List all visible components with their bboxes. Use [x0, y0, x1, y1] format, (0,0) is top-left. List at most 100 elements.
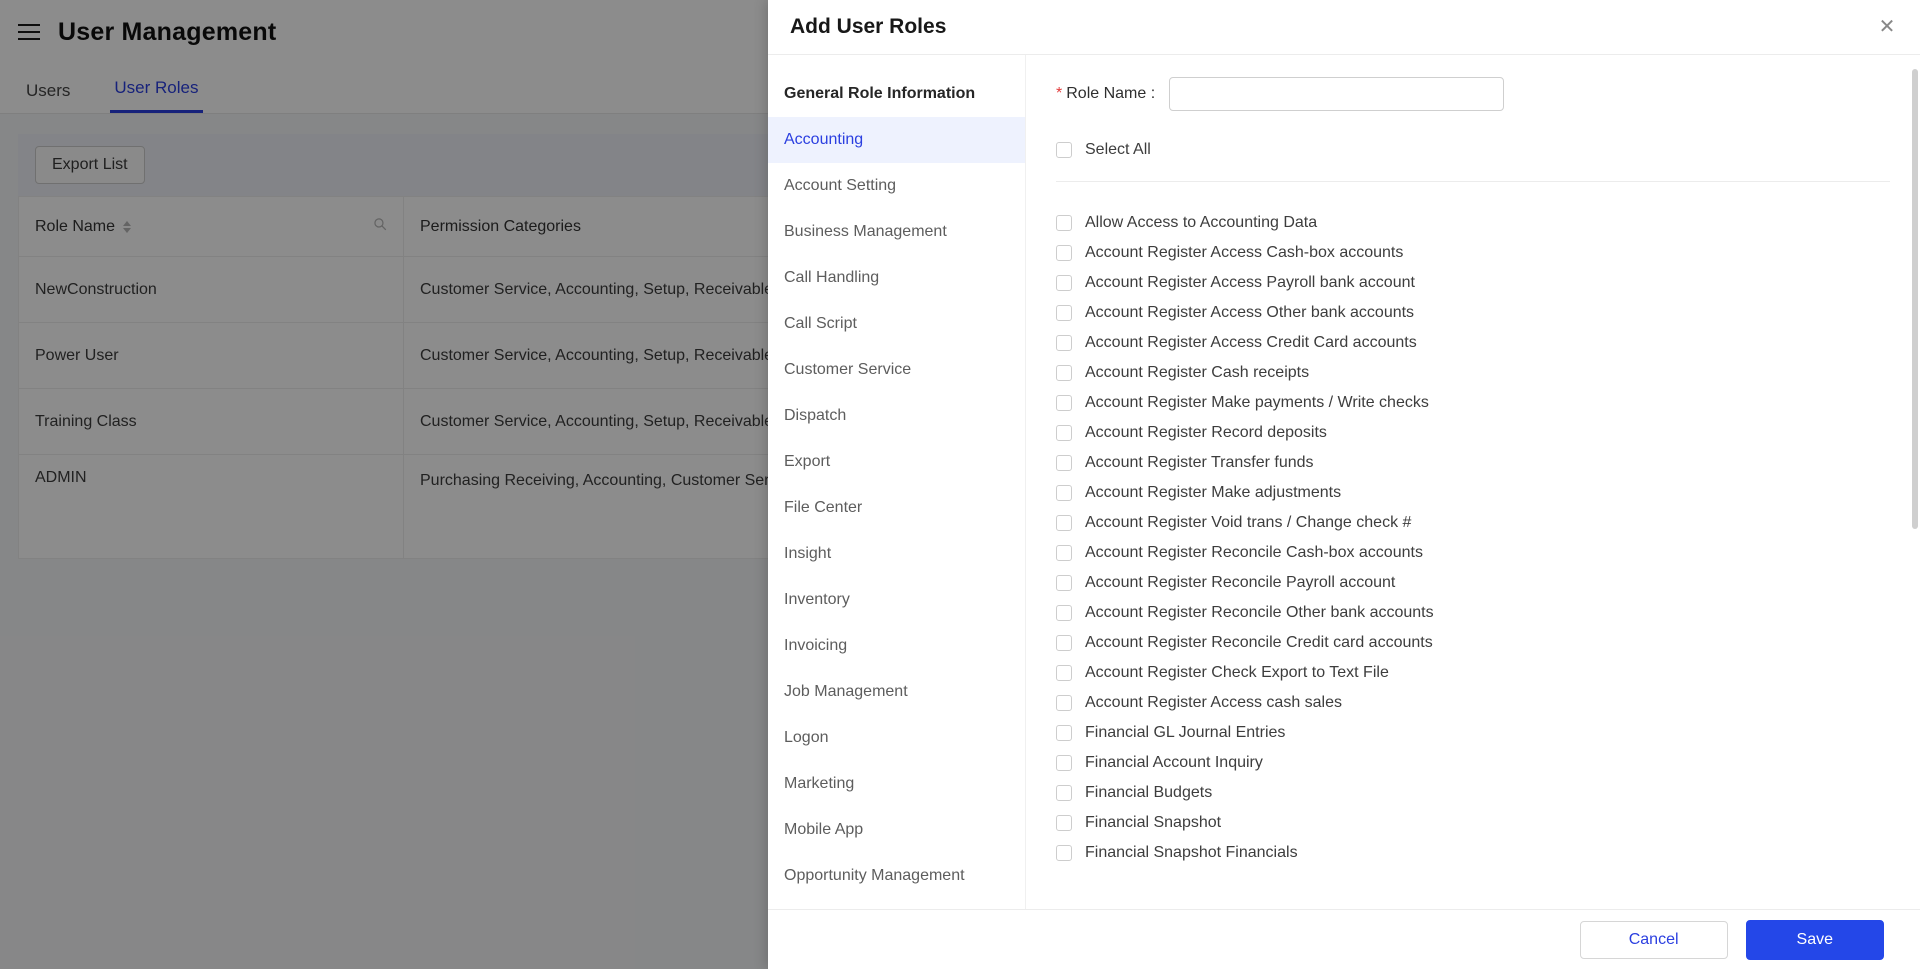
- permission-label: Financial GL Journal Entries: [1085, 724, 1286, 741]
- sidebar-item-dispatch[interactable]: Dispatch: [768, 393, 1025, 439]
- sidebar-item-file-center[interactable]: File Center: [768, 485, 1025, 531]
- sidebar-item-insight[interactable]: Insight: [768, 531, 1025, 577]
- save-button[interactable]: Save: [1745, 919, 1884, 960]
- permission-item[interactable]: Account Register Transfer funds: [1056, 448, 1890, 478]
- permission-label: Account Register Access Payroll bank acc…: [1085, 274, 1415, 291]
- permission-item[interactable]: Account Register Reconcile Credit card a…: [1056, 628, 1890, 658]
- sidebar-item-marketing[interactable]: Marketing: [768, 761, 1025, 807]
- permission-checkbox[interactable]: [1056, 305, 1072, 321]
- permission-item[interactable]: Account Register Record deposits: [1056, 418, 1890, 448]
- sidebar-item-export[interactable]: Export: [768, 439, 1025, 485]
- permission-checkbox[interactable]: [1056, 455, 1072, 471]
- permission-label: Account Register Reconcile Credit card a…: [1085, 634, 1433, 651]
- permission-label: Allow Access to Accounting Data: [1085, 214, 1318, 231]
- required-marker: *: [1056, 85, 1063, 102]
- sidebar-item-job-management[interactable]: Job Management: [768, 669, 1025, 715]
- permission-item[interactable]: Account Register Access Credit Card acco…: [1056, 328, 1890, 358]
- sidebar-item-invoicing[interactable]: Invoicing: [768, 623, 1025, 669]
- permission-label: Account Register Reconcile Cash-box acco…: [1085, 544, 1423, 561]
- permission-item[interactable]: Financial Budgets: [1056, 778, 1890, 808]
- permission-checkbox[interactable]: [1056, 245, 1072, 261]
- permission-label: Account Register Check Export to Text Fi…: [1085, 664, 1389, 681]
- permission-item[interactable]: Account Register Access Payroll bank acc…: [1056, 268, 1890, 298]
- permission-item[interactable]: Financial GL Journal Entries: [1056, 718, 1890, 748]
- permission-checkbox[interactable]: [1056, 725, 1072, 741]
- sidebar-item-mobile-app[interactable]: Mobile App: [768, 807, 1025, 853]
- permission-checkbox[interactable]: [1056, 545, 1072, 561]
- modal-footer: Cancel Save: [768, 909, 1920, 969]
- sidebar-item-call-handling[interactable]: Call Handling: [768, 255, 1025, 301]
- section-divider: [1056, 181, 1890, 182]
- permission-item[interactable]: Account Register Check Export to Text Fi…: [1056, 658, 1890, 688]
- permission-label: Account Register Transfer funds: [1085, 454, 1314, 471]
- permission-label: Financial Snapshot Financials: [1085, 844, 1298, 861]
- permission-item[interactable]: Account Register Reconcile Payroll accou…: [1056, 568, 1890, 598]
- permission-item[interactable]: Financial Snapshot: [1056, 808, 1890, 838]
- permission-label: Account Register Void trans / Change che…: [1085, 514, 1412, 531]
- permission-checkbox[interactable]: [1056, 215, 1072, 231]
- permission-checkbox[interactable]: [1056, 815, 1072, 831]
- permission-label: Account Register Reconcile Other bank ac…: [1085, 604, 1434, 621]
- cancel-button[interactable]: Cancel: [1579, 920, 1728, 959]
- role-name-field-row: * Role Name :: [1056, 77, 1890, 111]
- permission-checkbox[interactable]: [1056, 695, 1072, 711]
- sidebar-item-business-management[interactable]: Business Management: [768, 209, 1025, 255]
- permission-checkbox[interactable]: [1056, 275, 1072, 291]
- permission-checkbox[interactable]: [1056, 335, 1072, 351]
- select-all-row[interactable]: Select All: [1056, 141, 1890, 181]
- permission-checkbox[interactable]: [1056, 575, 1072, 591]
- permission-item[interactable]: Account Register Make payments / Write c…: [1056, 388, 1890, 418]
- permission-item[interactable]: Account Register Access Cash-box account…: [1056, 238, 1890, 268]
- permission-label: Account Register Reconcile Payroll accou…: [1085, 574, 1396, 591]
- permission-checkbox[interactable]: [1056, 755, 1072, 771]
- sidebar-item-accounting[interactable]: Accounting: [768, 117, 1025, 163]
- close-icon[interactable]: ✕: [1876, 16, 1898, 38]
- permission-label: Account Register Access Other bank accou…: [1085, 304, 1415, 321]
- permission-label: Account Register Access Cash-box account…: [1085, 244, 1404, 261]
- permission-checkbox[interactable]: [1056, 605, 1072, 621]
- permission-item[interactable]: Account Register Cash receipts: [1056, 358, 1890, 388]
- modal-title: Add User Roles: [790, 15, 947, 38]
- permission-item[interactable]: Account Register Make adjustments: [1056, 478, 1890, 508]
- permission-item[interactable]: Financial Snapshot Financials: [1056, 838, 1890, 868]
- permission-checkbox[interactable]: [1056, 845, 1072, 861]
- permission-item[interactable]: Financial Account Inquiry: [1056, 748, 1890, 778]
- modal-scrollbar[interactable]: [1912, 69, 1918, 529]
- permission-label: Account Register Cash receipts: [1085, 364, 1310, 381]
- permission-list: Allow Access to Accounting Data Account …: [1056, 208, 1890, 868]
- permission-checkbox[interactable]: [1056, 515, 1072, 531]
- modal-body: General Role Information Accounting Acco…: [768, 55, 1920, 909]
- permission-checkbox[interactable]: [1056, 395, 1072, 411]
- permission-label: Financial Budgets: [1085, 784, 1213, 801]
- permission-label: Financial Snapshot: [1085, 814, 1222, 831]
- permission-item[interactable]: Account Register Reconcile Cash-box acco…: [1056, 538, 1890, 568]
- select-all-label: Select All: [1085, 141, 1151, 158]
- permission-checkbox[interactable]: [1056, 635, 1072, 651]
- modal-sidebar[interactable]: General Role Information Accounting Acco…: [768, 55, 1026, 909]
- permission-label: Account Register Access Credit Card acco…: [1085, 334, 1417, 351]
- permission-label: Account Register Access cash sales: [1085, 694, 1343, 711]
- permission-label: Account Register Record deposits: [1085, 424, 1327, 441]
- permission-checkbox[interactable]: [1056, 365, 1072, 381]
- permission-item[interactable]: Account Register Reconcile Other bank ac…: [1056, 598, 1890, 628]
- select-all-checkbox[interactable]: [1056, 142, 1072, 158]
- permission-label: Account Register Make adjustments: [1085, 484, 1342, 501]
- permission-label: Account Register Make payments / Write c…: [1085, 394, 1429, 411]
- permission-checkbox[interactable]: [1056, 665, 1072, 681]
- role-name-label: Role Name :: [1066, 85, 1156, 102]
- permission-item[interactable]: Allow Access to Accounting Data: [1056, 208, 1890, 238]
- permission-item[interactable]: Account Register Void trans / Change che…: [1056, 508, 1890, 538]
- sidebar-item-account-setting[interactable]: Account Setting: [768, 163, 1025, 209]
- sidebar-item-logon[interactable]: Logon: [768, 715, 1025, 761]
- permission-item[interactable]: Account Register Access cash sales: [1056, 688, 1890, 718]
- sidebar-item-call-script[interactable]: Call Script: [768, 301, 1025, 347]
- permission-checkbox[interactable]: [1056, 785, 1072, 801]
- role-name-input[interactable]: [1169, 77, 1505, 111]
- permission-item[interactable]: Account Register Access Other bank accou…: [1056, 298, 1890, 328]
- sidebar-item-customer-service[interactable]: Customer Service: [768, 347, 1025, 393]
- sidebar-item-inventory[interactable]: Inventory: [768, 577, 1025, 623]
- permission-checkbox[interactable]: [1056, 485, 1072, 501]
- modal-header: Add User Roles ✕: [768, 0, 1920, 55]
- sidebar-item-opportunity-management[interactable]: Opportunity Management: [768, 853, 1025, 899]
- permission-checkbox[interactable]: [1056, 425, 1072, 441]
